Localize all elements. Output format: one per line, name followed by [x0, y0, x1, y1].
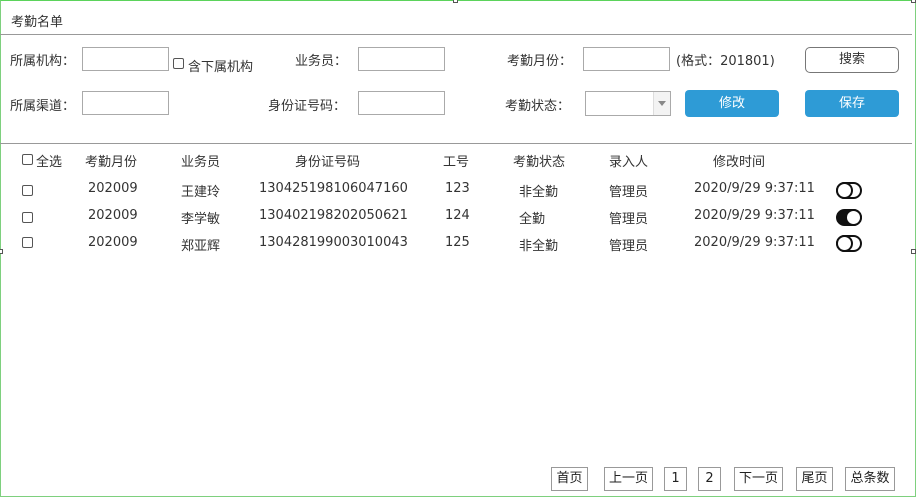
cell-modified: 2020/9/29 9:37:11 [694, 208, 815, 223]
cell-status: 非全勤 [519, 185, 559, 200]
cell-entered-by: 管理员 [609, 239, 649, 254]
search-button[interactable]: 搜索 [805, 47, 899, 73]
col-header-modified: 修改时间 [713, 155, 766, 170]
col-header-emp-no: 工号 [443, 155, 470, 170]
month-label: 考勤月份： [507, 54, 573, 69]
cell-status: 全勤 [519, 212, 546, 227]
select-all-label: 全选 [36, 155, 63, 170]
cell-id-number: 130402198202050621 [259, 208, 408, 223]
salesperson-label: 业务员： [295, 54, 348, 69]
col-header-salesperson: 业务员 [181, 155, 221, 170]
next-page-button[interactable]: 下一页 [734, 467, 783, 491]
table-divider [0, 143, 912, 144]
total-count-button[interactable]: 总条数 [845, 467, 895, 491]
col-header-entered-by: 录入人 [609, 155, 649, 170]
cell-modified: 2020/9/29 9:37:11 [694, 235, 815, 250]
row-toggle[interactable] [836, 182, 862, 199]
cell-modified: 2020/9/29 9:37:11 [694, 181, 815, 196]
cell-salesperson: 郑亚辉 [181, 239, 221, 254]
row-toggle[interactable] [836, 235, 862, 252]
chevron-down-icon[interactable] [653, 92, 670, 115]
cell-emp-no: 124 [445, 208, 470, 223]
save-button[interactable]: 保存 [805, 90, 899, 117]
col-header-month: 考勤月份 [85, 155, 138, 170]
resize-handle-top[interactable] [453, 0, 458, 3]
resize-handle-left[interactable] [0, 249, 3, 254]
id-number-label: 身份证号码： [268, 99, 347, 114]
toggle-knob [836, 182, 853, 199]
cell-month: 202009 [88, 181, 138, 196]
channel-input[interactable] [82, 91, 169, 115]
salesperson-input[interactable] [358, 47, 445, 71]
channel-label: 所属渠道： [10, 99, 76, 114]
page-2-button[interactable]: 2 [698, 467, 721, 491]
cell-status: 非全勤 [519, 239, 559, 254]
row-checkbox[interactable] [22, 212, 33, 223]
cell-emp-no: 123 [445, 181, 470, 196]
row-toggle[interactable] [836, 209, 862, 226]
col-header-status: 考勤状态 [513, 155, 566, 170]
last-page-button[interactable]: 尾页 [796, 467, 833, 491]
page-title: 考勤名单 [11, 15, 64, 30]
include-sub-label: 含下属机构 [188, 60, 254, 75]
toggle-knob [845, 209, 862, 226]
status-label: 考勤状态： [505, 99, 571, 114]
include-sub-checkbox[interactable] [173, 58, 184, 69]
prev-page-button[interactable]: 上一页 [604, 467, 653, 491]
resize-handle-right[interactable] [911, 249, 916, 254]
row-checkbox[interactable] [22, 185, 33, 196]
cell-entered-by: 管理员 [609, 185, 649, 200]
select-all-checkbox[interactable] [22, 154, 33, 165]
month-input[interactable] [583, 47, 670, 71]
status-select[interactable] [585, 91, 671, 116]
page-1-button[interactable]: 1 [664, 467, 687, 491]
org-input[interactable] [82, 47, 169, 71]
cell-month: 202009 [88, 235, 138, 250]
edit-button[interactable]: 修改 [685, 90, 779, 117]
cell-salesperson: 王建玲 [181, 185, 221, 200]
cell-month: 202009 [88, 208, 138, 223]
cell-salesperson: 李学敏 [181, 212, 221, 227]
month-format-hint: (格式：201801) [676, 54, 775, 69]
toggle-knob [836, 235, 853, 252]
org-label: 所属机构： [10, 54, 76, 69]
col-header-id-number: 身份证号码 [295, 155, 361, 170]
cell-emp-no: 125 [445, 235, 470, 250]
first-page-button[interactable]: 首页 [551, 467, 588, 491]
id-number-input[interactable] [358, 91, 445, 115]
cell-id-number: 130428199003010043 [259, 235, 408, 250]
resize-handle-top-right[interactable] [911, 0, 916, 3]
row-checkbox[interactable] [22, 237, 33, 248]
cell-entered-by: 管理员 [609, 212, 649, 227]
cell-id-number: 130425198106047160 [259, 181, 408, 196]
title-divider [0, 34, 912, 35]
